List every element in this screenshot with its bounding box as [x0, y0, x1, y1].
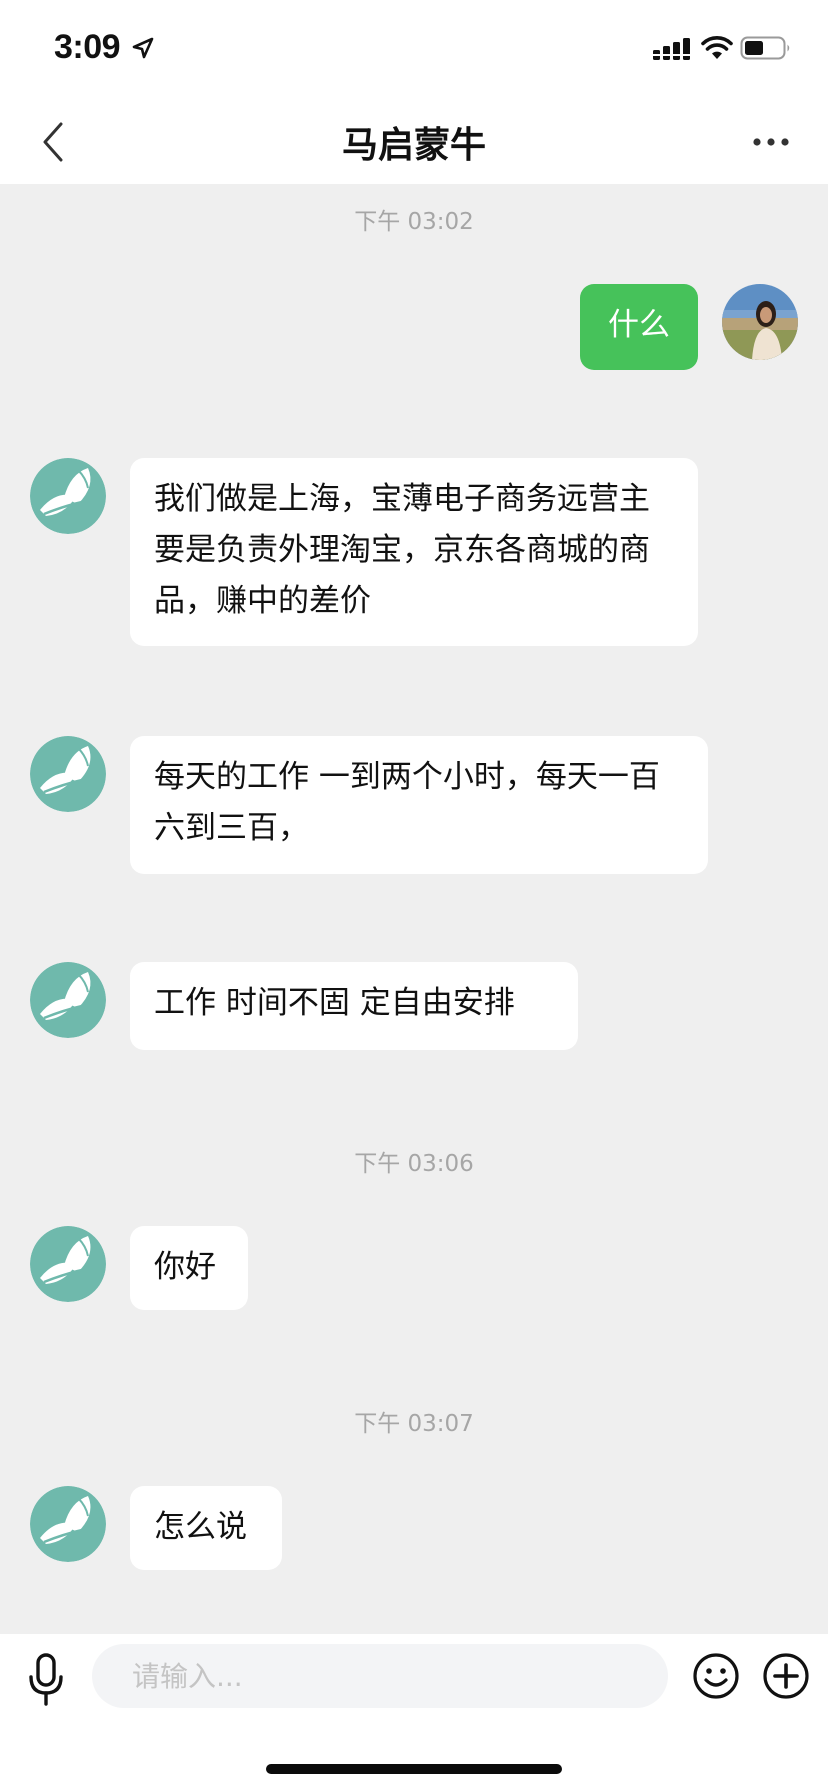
more-dots-icon	[753, 138, 789, 146]
navigation-bar: 马启蒙牛	[0, 98, 828, 184]
microphone-icon	[29, 1653, 63, 1706]
chat-screen: 3:09 马启蒙牛 下午 03:02 什么 我们做是上海，宝薄电子商务远营主要是…	[0, 0, 828, 1792]
contact-avatar[interactable]	[30, 736, 106, 812]
home-indicator[interactable]	[266, 1764, 562, 1774]
location-arrow-icon	[132, 37, 154, 59]
cellular-signal-icon	[653, 38, 690, 60]
voice-input-button[interactable]	[22, 1648, 70, 1712]
received-message-bubble[interactable]: 每天的工作 一到两个小时，每天一百六到三百，	[130, 736, 708, 874]
contact-avatar[interactable]	[30, 458, 106, 534]
contact-avatar[interactable]	[30, 1226, 106, 1302]
received-message-bubble[interactable]: 你好	[130, 1226, 248, 1310]
status-bar: 3:09	[0, 0, 828, 98]
sent-message-bubble[interactable]: 什么	[580, 284, 698, 370]
plus-circle-icon[interactable]	[762, 1652, 810, 1700]
received-message-bubble[interactable]: 我们做是上海，宝薄电子商务远营主要是负责外理淘宝，京东各商城的商品，赚中的差价	[130, 458, 698, 646]
emoji-icon[interactable]	[692, 1652, 740, 1700]
status-time: 3:09	[54, 28, 121, 66]
received-message-bubble[interactable]: 怎么说	[130, 1486, 282, 1570]
contact-avatar[interactable]	[30, 1486, 106, 1562]
more-options-button[interactable]	[736, 112, 806, 172]
contact-avatar[interactable]	[30, 962, 106, 1038]
message-input[interactable]	[92, 1644, 668, 1708]
user-avatar[interactable]	[722, 284, 798, 360]
timestamp: 下午 03:06	[354, 1151, 474, 1177]
wifi-icon	[701, 36, 733, 59]
chat-title: 马启蒙牛	[341, 125, 486, 166]
battery-icon	[740, 36, 790, 60]
received-message-bubble[interactable]: 工作 时间不固 定自由安排	[130, 962, 578, 1050]
timestamp: 下午 03:02	[354, 209, 474, 235]
timestamp: 下午 03:07	[354, 1411, 474, 1437]
